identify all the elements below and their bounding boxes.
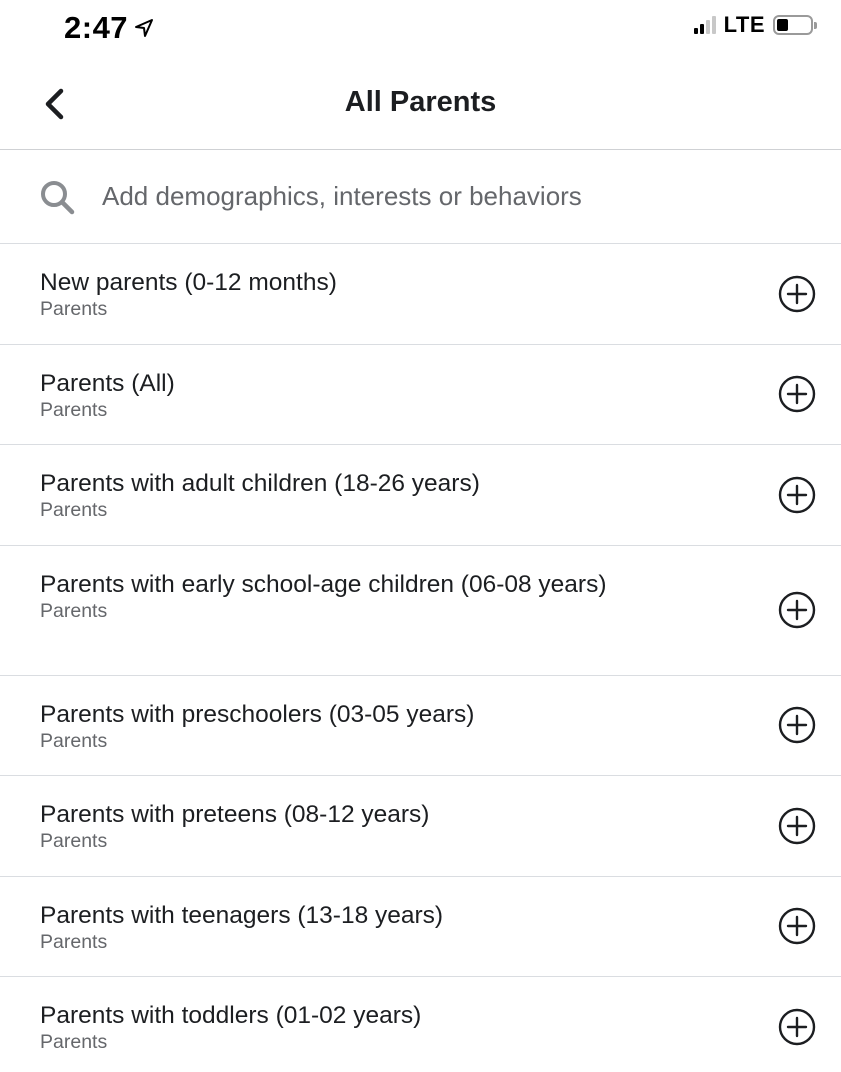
add-button[interactable] (775, 804, 819, 848)
page-title: All Parents (344, 86, 497, 118)
list-item[interactable]: Parents with toddlers (01-02 years) Pare… (0, 977, 841, 1072)
add-button[interactable] (775, 703, 819, 747)
list-item-text: Parents with adult children (18-26 years… (40, 469, 720, 521)
list-item-subtitle: Parents (40, 1031, 108, 1053)
screen: 2:47 LTE All Parents Add demographics, i… (0, 0, 841, 1072)
add-button[interactable] (775, 272, 819, 316)
add-button[interactable] (775, 473, 819, 517)
list-item[interactable]: Parents (All) Parents (0, 345, 841, 445)
plus-circle-icon (778, 376, 816, 413)
add-button[interactable] (775, 1005, 819, 1049)
list-item-title: Parents (All) (40, 369, 175, 397)
list-item-text: New parents (0-12 months) Parents (40, 268, 720, 320)
status-indicators: LTE (693, 12, 817, 38)
list-item-text: Parents with teenagers (13-18 years) Par… (40, 901, 720, 953)
list-item-title: Parents with teenagers (13-18 years) (40, 901, 444, 929)
list-item[interactable]: New parents (0-12 months) Parents (0, 244, 841, 345)
network-type: LTE (723, 12, 765, 37)
list-item-text: Parents with preschoolers (03-05 years) … (40, 700, 720, 752)
list-item-title: Parents with preteens (08-12 years) (40, 801, 430, 828)
battery-fill (777, 19, 788, 31)
list-item[interactable]: Parents with early school-age children (… (0, 546, 841, 676)
list-item-title: Parents with early school-age children (… (40, 570, 607, 598)
list-item-title: Parents with adult children (18-26 years… (40, 470, 480, 497)
battery-icon (773, 15, 817, 35)
plus-circle-icon (778, 908, 816, 945)
location-arrow-icon (135, 19, 154, 37)
plus-circle-icon (778, 275, 816, 312)
search-icon (41, 181, 75, 215)
plus-circle-icon (778, 591, 816, 629)
status-bar: 2:47 LTE (0, 0, 841, 52)
add-button[interactable] (775, 904, 819, 948)
plus-circle-icon (778, 1009, 816, 1046)
list-item-text: Parents (All) Parents (40, 369, 720, 421)
add-button[interactable] (775, 588, 819, 632)
plus-circle-icon (778, 807, 816, 844)
plus-circle-icon (778, 707, 816, 744)
status-time-text: 2:47 (64, 10, 129, 45)
plus-circle-icon (778, 476, 816, 513)
list-item-text: Parents with preteens (08-12 years) Pare… (40, 800, 720, 852)
targeting-list: New parents (0-12 months) Parents Parent… (0, 244, 841, 1072)
list-item-subtitle: Parents (40, 830, 108, 852)
list-item-text: Parents with toddlers (01-02 years) Pare… (40, 1001, 720, 1053)
list-item-subtitle: Parents (40, 298, 108, 320)
list-item[interactable]: Parents with preschoolers (03-05 years) … (0, 676, 841, 776)
signal-strength-icon (693, 16, 718, 34)
status-time: 2:47 (64, 10, 154, 46)
list-item[interactable]: Parents with preteens (08-12 years) Pare… (0, 776, 841, 877)
list-item-subtitle: Parents (40, 930, 108, 953)
list-item-subtitle: Parents (40, 729, 108, 752)
list-item-subtitle: Parents (40, 599, 108, 622)
list-item-text: Parents with early school-age children (… (40, 570, 720, 622)
search-input[interactable] (102, 174, 802, 218)
search-row (0, 150, 841, 244)
list-item-subtitle: Parents (40, 398, 108, 421)
add-button[interactable] (775, 372, 819, 416)
list-item[interactable]: Parents with teenagers (13-18 years) Par… (0, 877, 841, 977)
nav-header: All Parents (0, 52, 841, 150)
list-item-subtitle: Parents (40, 499, 108, 521)
list-item-title: New parents (0-12 months) (40, 269, 337, 296)
list-item[interactable]: Parents with adult children (18-26 years… (0, 445, 841, 546)
list-item-title: Parents with toddlers (01-02 years) (40, 1002, 422, 1029)
list-item-title: Parents with preschoolers (03-05 years) (40, 700, 475, 728)
